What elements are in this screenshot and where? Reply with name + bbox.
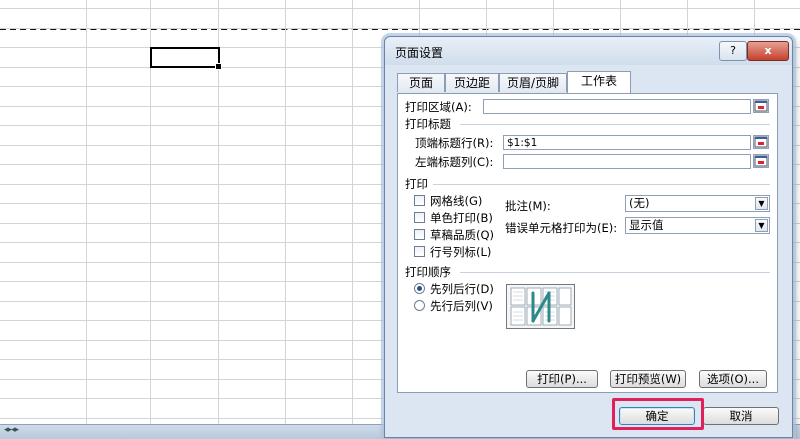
- dialog-titlebar[interactable]: 页面设置 ? x: [385, 37, 792, 65]
- print-area-label: 打印区域(A):: [405, 100, 472, 114]
- cancel-button[interactable]: 取消: [703, 407, 779, 425]
- column-gridline: [352, 0, 353, 430]
- row-col-headings-checkbox[interactable]: [414, 246, 425, 257]
- down-then-over-radio[interactable]: [414, 283, 425, 294]
- gridlines-checkbox[interactable]: [414, 195, 425, 206]
- print-preview-button[interactable]: 打印预览(W): [610, 370, 686, 388]
- print-area-input[interactable]: [483, 99, 751, 114]
- chevron-down-icon[interactable]: ▼: [755, 219, 768, 232]
- section-divider: [433, 184, 770, 185]
- rows-to-repeat-input[interactable]: $1:$1: [503, 135, 751, 150]
- gridlines-label: 网格线(G): [430, 194, 483, 208]
- cell-errors-value: 显示值: [629, 218, 664, 232]
- rows-to-repeat-label: 顶端标题行(R):: [415, 136, 494, 150]
- close-button[interactable]: x: [747, 41, 789, 61]
- rows-collapse-icon[interactable]: [753, 135, 769, 149]
- draft-quality-label: 草稿品质(Q): [430, 228, 495, 242]
- over-then-down-radio[interactable]: [414, 300, 425, 311]
- print-titles-heading: 打印标题: [405, 117, 451, 131]
- cols-to-repeat-label: 左端标题列(C):: [415, 155, 494, 169]
- active-cell[interactable]: [150, 47, 222, 70]
- column-gridline: [285, 0, 286, 430]
- tab-margins[interactable]: 页边距: [445, 73, 499, 92]
- cols-collapse-icon[interactable]: [753, 154, 769, 168]
- tab-sheet[interactable]: 工作表: [567, 71, 631, 93]
- sheet-panel: 打印区域(A): 打印标题 顶端标题行(R): $1:$1 左端标题列(C): …: [397, 93, 778, 393]
- cols-to-repeat-input[interactable]: [503, 154, 751, 169]
- row-gridline: [0, 28, 800, 29]
- draft-quality-checkbox[interactable]: [414, 229, 425, 240]
- cell-errors-select[interactable]: 显示值 ▼: [625, 217, 770, 234]
- print-heading: 打印: [405, 177, 428, 191]
- tab-page[interactable]: 页面: [397, 73, 445, 92]
- comments-value: (无): [629, 196, 650, 210]
- over-then-down-label: 先行后列(V): [430, 299, 493, 313]
- page-order-heading: 打印顺序: [405, 265, 451, 279]
- sheet-nav-icon[interactable]: ◂▸◂▸: [4, 425, 44, 437]
- help-button[interactable]: ?: [719, 41, 747, 61]
- page-order-preview-icon: [506, 284, 575, 329]
- fill-handle[interactable]: [215, 63, 222, 70]
- dialog-title: 页面设置: [395, 46, 444, 60]
- black-white-checkbox[interactable]: [414, 212, 425, 223]
- section-divider: [460, 272, 770, 273]
- black-white-label: 单色打印(B): [430, 211, 493, 225]
- comments-label: 批注(M):: [505, 199, 551, 213]
- print-button[interactable]: 打印(P)...: [526, 370, 598, 388]
- comments-select[interactable]: (无) ▼: [625, 195, 770, 212]
- ok-button-highlight: [612, 398, 704, 430]
- column-gridline: [86, 0, 87, 430]
- cell-errors-label: 错误单元格打印为(E):: [505, 221, 618, 235]
- row-gridline: [0, 8, 800, 9]
- row-col-headings-label: 行号列标(L): [430, 245, 492, 259]
- options-button[interactable]: 选项(O)...: [699, 370, 767, 388]
- section-divider: [460, 124, 770, 125]
- down-then-over-label: 先列后行(D): [430, 282, 494, 296]
- print-area-collapse-icon[interactable]: [753, 99, 769, 113]
- chevron-down-icon[interactable]: ▼: [755, 197, 768, 210]
- tab-header-footer[interactable]: 页眉/页脚: [499, 73, 567, 92]
- page-setup-dialog: 页面设置 ? x 页面 页边距 页眉/页脚 工作表 打印区域(A): 打印标题 …: [384, 36, 793, 438]
